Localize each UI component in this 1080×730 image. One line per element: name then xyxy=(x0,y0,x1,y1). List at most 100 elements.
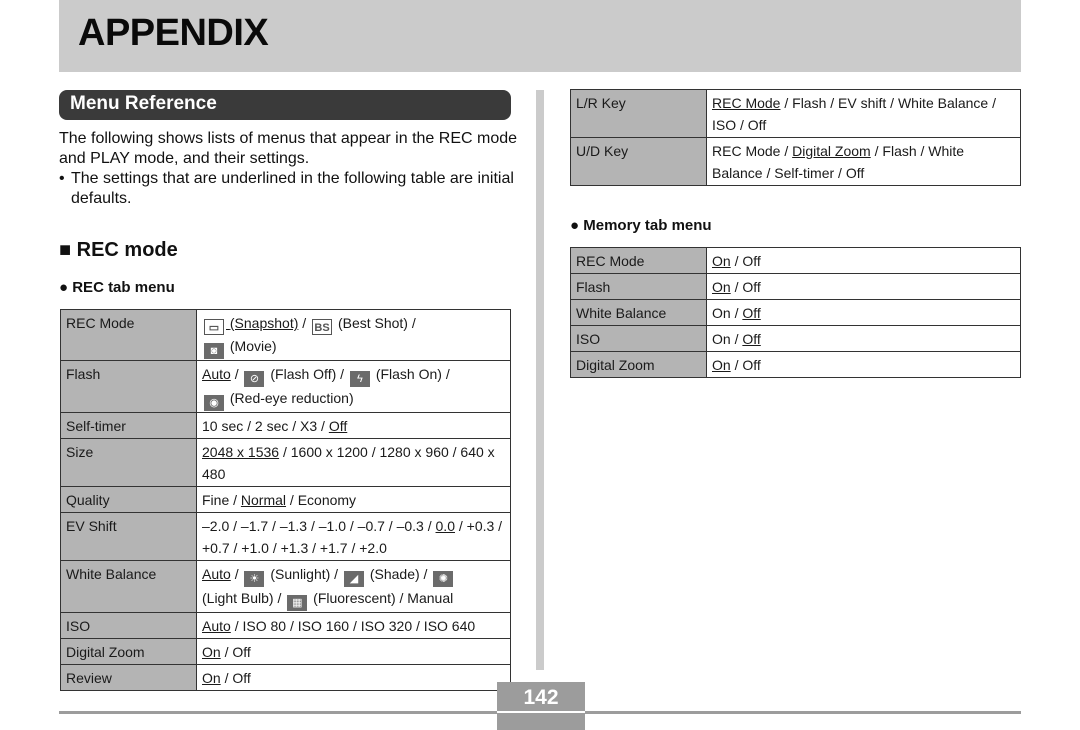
row-key: Digital Zoom xyxy=(570,351,707,378)
rec-tab-table: REC Mode ▭ (Snapshot) / BS (Best Shot) /… xyxy=(60,309,511,691)
row-value: On / Off xyxy=(196,664,511,691)
default-value: Auto xyxy=(202,366,231,382)
table-row: Review On / Off xyxy=(60,664,511,691)
value-text: / Economy xyxy=(286,492,357,508)
intro-bullet: • The settings that are underlined in th… xyxy=(59,169,519,209)
value-text: (Fluorescent) / Manual xyxy=(313,590,454,606)
red-eye-icon: ◉ xyxy=(204,395,224,411)
value-sep: / xyxy=(298,315,311,331)
page-number: 142 xyxy=(523,686,559,709)
value-text: / Off xyxy=(220,644,251,660)
row-key: Size xyxy=(60,438,197,487)
option-on: On xyxy=(712,331,731,347)
value-text: –2.0 / –1.7 / –1.3 / –1.0 / –0.7 / –0.3 … xyxy=(202,518,436,534)
option-on: On xyxy=(712,253,731,269)
value-text: (Best Shot) / xyxy=(337,315,416,331)
row-value: On / Off xyxy=(706,325,1021,352)
flash-off-icon: ⊘ xyxy=(244,371,265,387)
row-value: Auto / ISO 80 / ISO 160 / ISO 320 / ISO … xyxy=(196,612,511,639)
value-text: (Shade) / xyxy=(369,566,432,582)
value-sep: / xyxy=(730,253,743,269)
option-on: On xyxy=(712,305,731,321)
row-value: Auto / ☀ (Sunlight) / ◢ (Shade) / ✺ (Lig… xyxy=(196,560,511,613)
value-text: 10 sec / 2 sec / X3 / xyxy=(202,418,329,434)
option-off: Off xyxy=(742,331,761,347)
row-key: REC Mode xyxy=(570,247,707,274)
value-text: Fine / xyxy=(202,492,241,508)
key-table: L/R Key REC Mode / Flash / EV shift / Wh… xyxy=(570,89,1021,186)
row-value: Fine / Normal / Economy xyxy=(196,486,511,513)
option-off: Off xyxy=(742,279,761,295)
row-value: ▭ (Snapshot) / BS (Best Shot) / ◙ (Movie… xyxy=(196,309,511,361)
default-value: On xyxy=(202,644,221,660)
value-sep: / xyxy=(230,566,243,582)
table-row: Self-timer 10 sec / 2 sec / X3 / Off xyxy=(60,412,511,439)
row-key: ISO xyxy=(60,612,197,639)
row-key: EV Shift xyxy=(60,512,197,561)
default-value: REC Mode xyxy=(712,95,781,111)
snapshot-icon: ▭ xyxy=(204,319,224,335)
table-row: Flash On / Off xyxy=(570,273,1021,300)
light-bulb-icon: ✺ xyxy=(433,571,454,587)
table-row: REC Mode On / Off xyxy=(570,247,1021,274)
sunlight-icon: ☀ xyxy=(244,571,265,587)
bullet-text: The settings that are underlined in the … xyxy=(71,170,514,207)
value-text: (Snapshot) xyxy=(229,315,299,331)
table-row: U/D Key REC Mode / Digital Zoom / Flash … xyxy=(570,137,1021,186)
value-text: (Red-eye reduction) xyxy=(229,390,354,406)
row-value: On / Off xyxy=(196,638,511,665)
table-row: White Balance On / Off xyxy=(570,299,1021,326)
page-box-rule xyxy=(497,711,585,713)
value-text: / ISO 80 / ISO 160 / ISO 320 / ISO 640 xyxy=(230,618,476,634)
row-value: On / Off xyxy=(706,351,1021,378)
default-value: Normal xyxy=(240,492,287,508)
row-value: REC Mode / Flash / EV shift / White Bala… xyxy=(706,89,1021,138)
default-value: Auto xyxy=(202,618,231,634)
flash-on-icon: ϟ xyxy=(349,371,370,387)
option-off: Off xyxy=(742,357,761,373)
value-sep: / xyxy=(730,357,743,373)
row-key: Digital Zoom xyxy=(60,638,197,665)
default-value: Auto xyxy=(202,566,231,582)
section-title-bar: Menu Reference xyxy=(59,90,511,120)
row-key: REC Mode xyxy=(60,309,197,361)
rec-tab-heading: ● REC tab menu xyxy=(59,279,175,296)
row-value: On / Off xyxy=(706,299,1021,326)
value-sep: / xyxy=(730,305,743,321)
shade-icon: ◢ xyxy=(343,571,364,587)
memory-tab-table: REC Mode On / Off Flash On / Off White Balan… xyxy=(570,247,1021,378)
row-value: REC Mode / Digital Zoom / Flash / White … xyxy=(706,137,1021,186)
default-value: On xyxy=(202,670,221,686)
option-on: On xyxy=(712,279,731,295)
row-value: 2048 x 1536 / 1600 x 1200 / 1280 x 960 /… xyxy=(196,438,511,487)
table-row: ISO On / Off xyxy=(570,325,1021,352)
table-row: REC Mode ▭ (Snapshot) / BS (Best Shot) /… xyxy=(60,309,511,361)
row-key: L/R Key xyxy=(570,89,707,138)
value-text: (Flash Off) / xyxy=(270,366,348,382)
row-key: U/D Key xyxy=(570,137,707,186)
row-key: Self-timer xyxy=(60,412,197,439)
row-key: White Balance xyxy=(60,560,197,613)
movie-icon: ◙ xyxy=(204,343,224,359)
table-row: L/R Key REC Mode / Flash / EV shift / Wh… xyxy=(570,89,1021,138)
table-row: ISO Auto / ISO 80 / ISO 160 / ISO 320 / … xyxy=(60,612,511,639)
option-on: On xyxy=(712,357,731,373)
memory-tab-heading: ● Memory tab menu xyxy=(570,217,712,234)
row-key: Flash xyxy=(570,273,707,300)
row-key: Review xyxy=(60,664,197,691)
value-text: (Movie) xyxy=(229,338,277,354)
row-key: White Balance xyxy=(570,299,707,326)
option-off: Off xyxy=(742,253,761,269)
row-value: –2.0 / –1.7 / –1.3 / –1.0 / –0.7 / –0.3 … xyxy=(196,512,511,561)
table-row: White Balance Auto / ☀ (Sunlight) / ◢ (S… xyxy=(60,560,511,613)
default-value: 0.0 xyxy=(435,518,455,534)
value-sep: / xyxy=(730,279,743,295)
value-sep: / xyxy=(230,366,243,382)
value-text: REC Mode / xyxy=(712,143,793,159)
row-value: On / Off xyxy=(706,247,1021,274)
table-row: Quality Fine / Normal / Economy xyxy=(60,486,511,513)
default-value: 2048 x 1536 xyxy=(202,444,280,460)
row-value: On / Off xyxy=(706,273,1021,300)
value-text: (Flash On) / xyxy=(375,366,450,382)
default-value: Off xyxy=(328,418,348,434)
